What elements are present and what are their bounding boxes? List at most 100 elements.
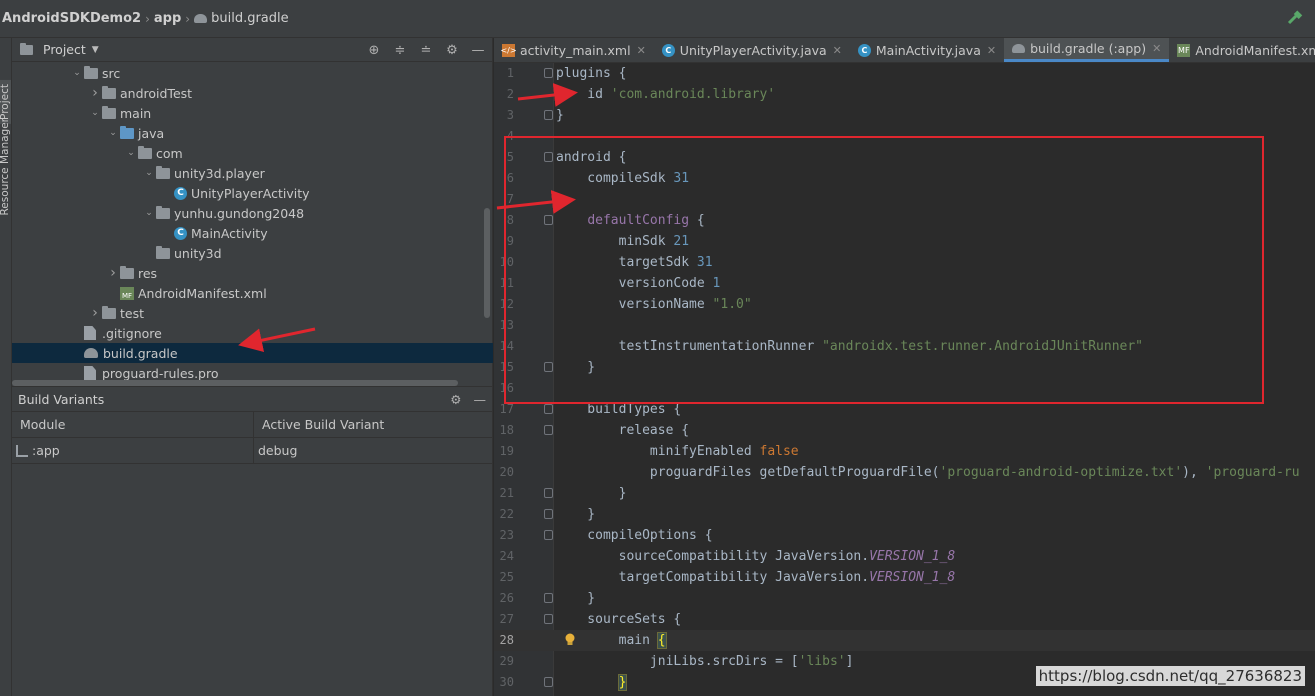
chevron-right-icon[interactable]: › — [88, 85, 102, 101]
code-line[interactable]: 19 minifyEnabled false — [494, 441, 1315, 462]
close-icon[interactable]: ✕ — [833, 44, 842, 57]
chevron-down-icon[interactable]: ⌄ — [88, 108, 102, 118]
code-line[interactable]: 12 versionName "1.0" — [494, 294, 1315, 315]
code-line[interactable]: 4 — [494, 126, 1315, 147]
fold-marker-icon[interactable] — [544, 215, 553, 225]
code-line[interactable]: 1 plugins { — [494, 63, 1315, 84]
tree-item[interactable]: ⌄ unity3d.player — [12, 163, 493, 183]
code-line[interactable]: 23 compileOptions { — [494, 525, 1315, 546]
tree-item[interactable]: ⌄ java — [12, 123, 493, 143]
gear-icon[interactable]: ⚙ — [444, 42, 460, 58]
build-hammer-icon[interactable] — [1287, 10, 1303, 26]
code-line[interactable]: 15 } — [494, 357, 1315, 378]
tree-vertical-scrollbar[interactable] — [484, 208, 490, 318]
project-view-selector[interactable]: Project — [43, 42, 86, 57]
editor-tab[interactable]: </> activity_main.xml ✕ — [494, 38, 654, 62]
tree-item[interactable]: MF AndroidManifest.xml — [12, 283, 493, 303]
chevron-down-icon[interactable]: ⌄ — [142, 168, 156, 178]
close-icon[interactable]: ✕ — [987, 44, 996, 57]
code-line[interactable]: 10 targetSdk 31 — [494, 252, 1315, 273]
code-line[interactable]: 28 main { — [494, 630, 1315, 651]
tree-item[interactable]: ⌄ src — [12, 63, 493, 83]
editor-tab[interactable]: C MainActivity.java ✕ — [850, 38, 1004, 62]
fold-marker-icon[interactable] — [544, 509, 553, 519]
fold-marker-icon[interactable] — [544, 677, 553, 687]
fold-marker-icon[interactable] — [544, 68, 553, 78]
code-line[interactable]: 26 } — [494, 588, 1315, 609]
code-line[interactable]: 21 } — [494, 483, 1315, 504]
fold-marker-icon[interactable] — [544, 110, 553, 120]
tree-item[interactable]: › test — [12, 303, 493, 323]
tree-item[interactable]: › res — [12, 263, 493, 283]
code-line[interactable]: 24 sourceCompatibility JavaVersion.VERSI… — [494, 546, 1315, 567]
fold-marker-icon[interactable] — [544, 404, 553, 414]
code-line[interactable]: 9 minSdk 21 — [494, 231, 1315, 252]
fold-marker-icon[interactable] — [544, 362, 553, 372]
tree-item[interactable]: ⌄ main — [12, 103, 493, 123]
breadcrumb-project[interactable]: AndroidSDKDemo2 — [2, 11, 141, 26]
variant-value[interactable]: debug — [258, 443, 297, 458]
code-editor[interactable]: 1 plugins {2 id 'com.android.library' 3} 4 5… — [494, 63, 1315, 696]
fold-marker-icon[interactable] — [544, 488, 553, 498]
chevron-down-icon[interactable]: ⌄ — [124, 148, 138, 158]
code-line[interactable]: 7 — [494, 189, 1315, 210]
code-line[interactable]: 14 testInstrumentationRunner "androidx.t… — [494, 336, 1315, 357]
tree-item[interactable]: ⌄ com — [12, 143, 493, 163]
editor-tab[interactable]: MFAndroidManifest.xml✕ — [1169, 38, 1315, 62]
code-line[interactable]: 18 release { — [494, 420, 1315, 441]
fold-marker-icon[interactable] — [544, 614, 553, 624]
code-line[interactable]: 5 android { — [494, 147, 1315, 168]
column-header-module[interactable]: Module — [12, 412, 254, 437]
code-line[interactable]: 3} — [494, 105, 1315, 126]
tree-item[interactable]: ⌄ yunhu.gundong2048 — [12, 203, 493, 223]
code-line[interactable]: 27 sourceSets { — [494, 609, 1315, 630]
expand-all-icon[interactable]: ≑ — [392, 42, 408, 58]
hide-icon[interactable]: — — [474, 392, 487, 407]
gear-icon[interactable]: ⚙ — [450, 392, 461, 407]
tree-item[interactable]: › androidTest — [12, 83, 493, 103]
code-line[interactable]: 8 defaultConfig { — [494, 210, 1315, 231]
fold-marker-icon[interactable] — [544, 593, 553, 603]
gradle-icon — [84, 348, 98, 358]
chevron-down-icon[interactable]: ⌄ — [70, 68, 84, 78]
tree-item[interactable]: C MainActivity — [12, 223, 493, 243]
tree-item[interactable]: C UnityPlayerActivity — [12, 183, 493, 203]
code-line[interactable]: 13 — [494, 315, 1315, 336]
code-line[interactable]: 25 targetCompatibility JavaVersion.VERSI… — [494, 567, 1315, 588]
tree-item[interactable]: unity3d — [12, 243, 493, 263]
code-line[interactable]: 11 versionCode 1 — [494, 273, 1315, 294]
variant-cell[interactable]: debug — [254, 438, 492, 463]
tree-item[interactable]: build.gradle — [12, 343, 493, 363]
tree-item[interactable]: .gitignore — [12, 323, 493, 343]
code-line[interactable]: 2 id 'com.android.library' — [494, 84, 1315, 105]
code-line[interactable]: 6 compileSdk 31 — [494, 168, 1315, 189]
editor-tab[interactable]: C UnityPlayerActivity.java ✕ — [654, 38, 850, 62]
column-header-variant[interactable]: Active Build Variant — [254, 412, 492, 437]
breadcrumb-module[interactable]: app — [154, 11, 181, 26]
code-token: proguardFiles getDefaultProguardFile( — [556, 465, 940, 480]
code-line[interactable]: 16 — [494, 378, 1315, 399]
dropdown-caret-icon[interactable]: ▼ — [92, 45, 99, 55]
fold-marker-icon[interactable] — [544, 530, 553, 540]
code-line[interactable]: 17 buildTypes { — [494, 399, 1315, 420]
editor-tab[interactable]: build.gradle (:app) ✕ — [1004, 38, 1170, 62]
breadcrumb-file[interactable]: build.gradle — [194, 11, 289, 26]
resource-manager-side-tab[interactable]: Resource Manager — [0, 118, 11, 216]
chevron-down-icon[interactable]: ⌄ — [106, 128, 120, 138]
code-token: } — [556, 507, 596, 522]
collapse-all-icon[interactable]: ≐ — [418, 42, 434, 58]
fold-marker-icon[interactable] — [544, 152, 553, 162]
fold-marker-icon[interactable] — [544, 425, 553, 435]
table-row[interactable]: :app debug — [12, 438, 492, 464]
chevron-down-icon[interactable]: ⌄ — [142, 208, 156, 218]
code-line[interactable]: 22 } — [494, 504, 1315, 525]
chevron-right-icon[interactable]: › — [106, 265, 120, 281]
locate-icon[interactable]: ⊕ — [366, 42, 382, 58]
class-icon: C — [661, 43, 675, 57]
close-icon[interactable]: ✕ — [1152, 42, 1161, 55]
chevron-right-icon[interactable]: › — [88, 305, 102, 321]
code-line[interactable]: 20 proguardFiles getDefaultProguardFile(… — [494, 462, 1315, 483]
tree-item-label: res — [138, 265, 158, 281]
hide-icon[interactable]: — — [470, 42, 486, 58]
close-icon[interactable]: ✕ — [637, 44, 646, 57]
